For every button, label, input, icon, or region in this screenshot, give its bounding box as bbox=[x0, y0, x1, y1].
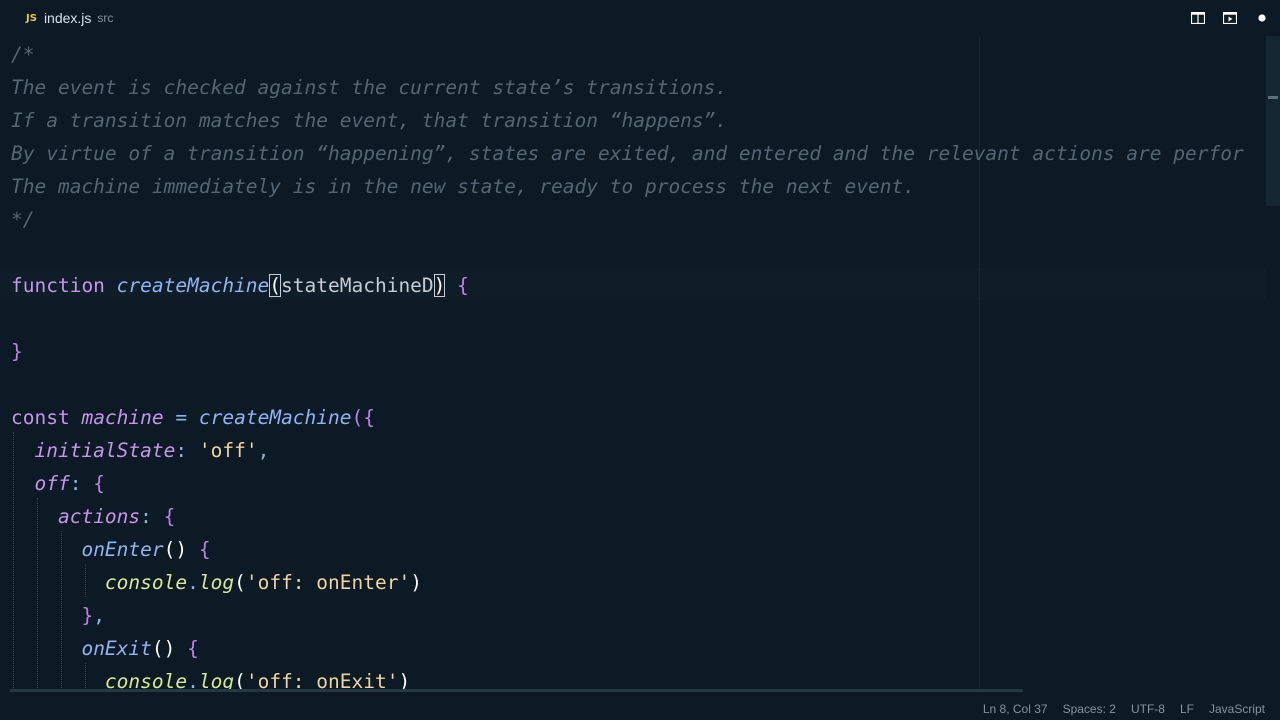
property-token: initialState bbox=[34, 439, 176, 462]
code-line: The machine immediately is in the new st… bbox=[11, 170, 915, 203]
string-token: 'off' bbox=[198, 439, 258, 462]
brace-token: } bbox=[11, 340, 23, 363]
tab-directory: src bbox=[97, 11, 114, 25]
code-line: console.log('off: onEnter') bbox=[104, 571, 422, 594]
scrollbar-cursor-marker bbox=[1268, 96, 1278, 99]
console-token: console bbox=[104, 571, 188, 594]
text-cursor: ) bbox=[433, 274, 446, 297]
property-token: off bbox=[34, 472, 70, 495]
string-token: 'off: onEnter' bbox=[245, 571, 411, 594]
code-line: If a transition matches the event, that … bbox=[11, 104, 727, 137]
code-line: }, bbox=[81, 604, 105, 627]
file-encoding[interactable]: UTF-8 bbox=[1131, 702, 1165, 716]
code-line: */ bbox=[11, 203, 34, 236]
method-name-token: onExit bbox=[81, 637, 152, 660]
function-name-token: createMachine bbox=[116, 274, 270, 297]
code-line: } bbox=[11, 335, 23, 368]
open-preview-icon[interactable] bbox=[1221, 10, 1239, 26]
comment-text: /* bbox=[11, 43, 35, 66]
comment-text: By virtue of a transition “happening”, s… bbox=[11, 142, 1244, 165]
keyword-token: const bbox=[11, 406, 70, 429]
editor-ruler bbox=[979, 36, 980, 692]
comment-text: The event is checked against the current… bbox=[11, 76, 728, 99]
code-line: off: { bbox=[34, 472, 105, 495]
code-line: The event is checked against the current… bbox=[11, 71, 727, 104]
horizontal-scrollbar[interactable] bbox=[10, 689, 1023, 692]
bracket-match: ( bbox=[269, 274, 282, 297]
code-line: /* bbox=[11, 38, 34, 71]
split-editor-icon[interactable] bbox=[1189, 10, 1207, 26]
editor-tab[interactable]: JS index.js src bbox=[18, 8, 113, 28]
vertical-scrollbar[interactable] bbox=[1266, 36, 1280, 206]
unsaved-dot-icon[interactable] bbox=[1253, 10, 1271, 26]
operator-token: = bbox=[175, 406, 188, 429]
code-line: function createMachine(stateMachineD) { bbox=[11, 274, 469, 297]
property-token: actions bbox=[57, 505, 141, 528]
method-call-token: log bbox=[198, 571, 235, 594]
function-name-token: createMachine bbox=[198, 406, 352, 429]
status-bar: Ln 8, Col 37 Spaces: 2 UTF-8 LF JavaScri… bbox=[0, 698, 1280, 720]
end-of-line[interactable]: LF bbox=[1180, 702, 1194, 716]
indentation-setting[interactable]: Spaces: 2 bbox=[1063, 702, 1116, 716]
method-name-token: onEnter bbox=[81, 538, 164, 561]
code-line: onExit() { bbox=[81, 637, 199, 660]
code-line: onEnter() { bbox=[81, 538, 211, 561]
code-line: actions: { bbox=[57, 505, 176, 528]
comment-text: If a transition matches the event, that … bbox=[11, 109, 728, 132]
cursor-position[interactable]: Ln 8, Col 37 bbox=[983, 702, 1048, 716]
code-line: const machine = createMachine({ bbox=[11, 406, 375, 429]
code-line: console.log('off: onExit') bbox=[104, 670, 411, 692]
parameter-token: stateMachineD bbox=[281, 274, 434, 297]
keyword-token: function bbox=[11, 274, 105, 297]
code-line: By virtue of a transition “happening”, s… bbox=[11, 137, 1244, 170]
comment-text: The machine immediately is in the new st… bbox=[11, 175, 915, 198]
javascript-file-icon: JS bbox=[26, 12, 37, 24]
code-editor[interactable]: /* The event is checked against the curr… bbox=[0, 36, 1280, 692]
tab-filename: index.js bbox=[43, 10, 92, 26]
title-bar: JS index.js src bbox=[0, 0, 1280, 36]
language-mode[interactable]: JavaScript bbox=[1209, 702, 1265, 716]
variable-token: machine bbox=[81, 406, 164, 429]
code-line: initialState: 'off', bbox=[34, 439, 270, 462]
comment-text: */ bbox=[11, 208, 35, 231]
